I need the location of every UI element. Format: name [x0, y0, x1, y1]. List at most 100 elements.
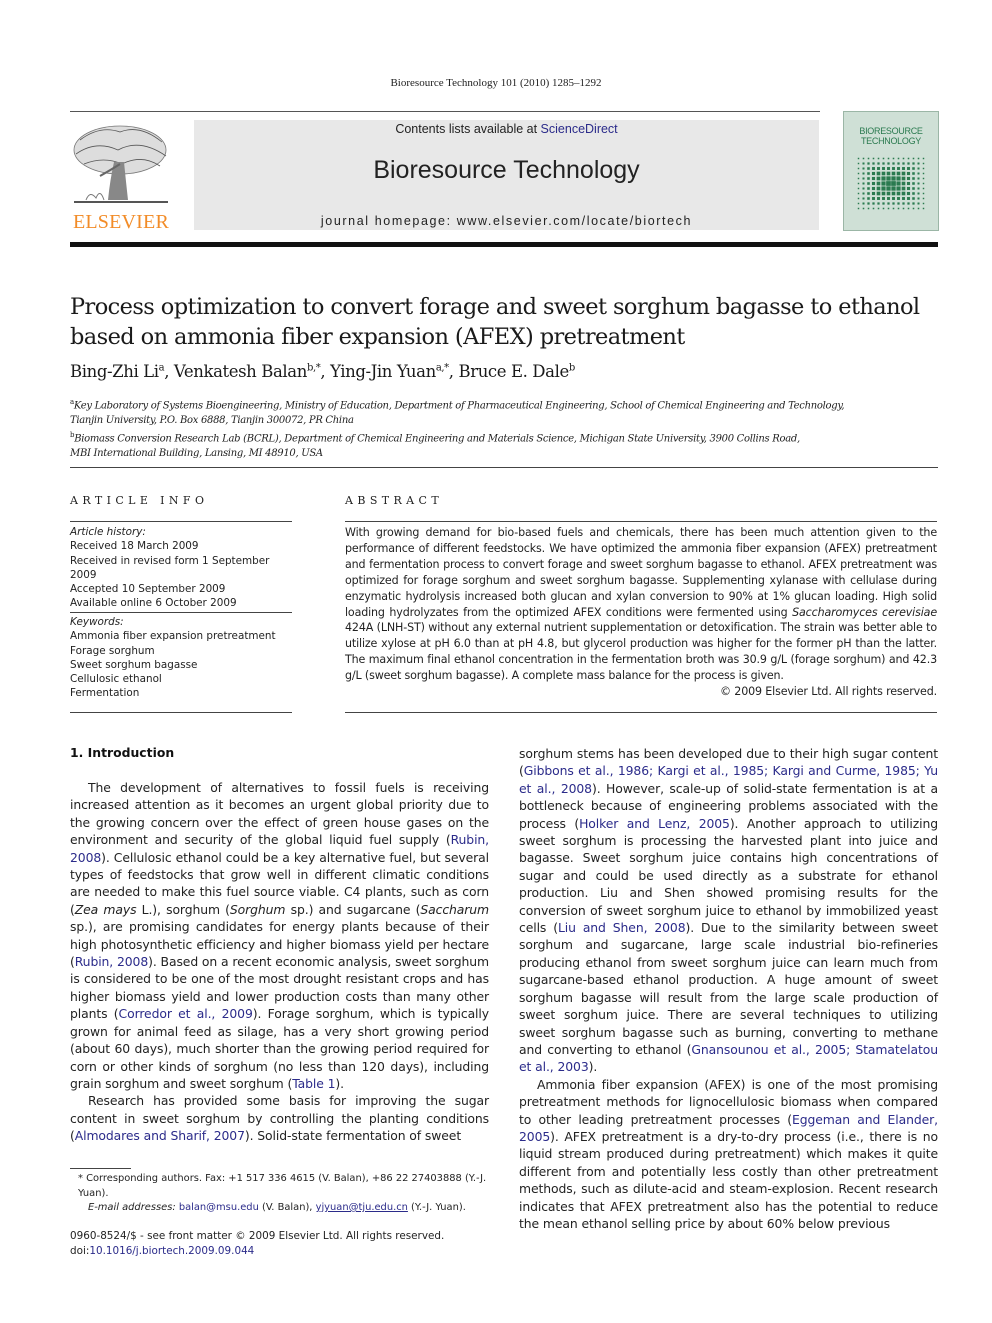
author-3-affil[interactable]: a,* [436, 363, 449, 374]
citation-link[interactable]: Rubin, 2008 [75, 954, 148, 969]
cover-dot [901, 181, 906, 186]
affil-a-line2: Tianjin University, P.O. Box 6888, Tianj… [70, 414, 354, 426]
cover-dot [917, 167, 920, 170]
cover-dot [912, 207, 915, 210]
affiliation-b: bBiomass Conversion Research Lab (BCRL),… [70, 428, 940, 447]
sciencedirect-link[interactable]: ScienceDirect [541, 122, 618, 136]
cover-dot [897, 157, 900, 160]
section-heading-introduction: 1. Introduction [70, 745, 175, 760]
cover-dot [912, 192, 915, 195]
cover-dot [896, 181, 901, 186]
cover-dot [876, 181, 881, 186]
cover-dot [886, 186, 891, 191]
author-1-affil[interactable]: a [159, 363, 165, 374]
journal-cover-thumbnail[interactable]: BIORESOURCE TECHNOLOGY [843, 111, 939, 231]
citation-link[interactable]: Rubin, 2008 [70, 832, 489, 864]
contents-line: Contents lists available at ScienceDirec… [194, 122, 819, 136]
author-2-affil[interactable]: b,* [307, 363, 321, 374]
affil-b-line1: Biomass Conversion Research Lab (BCRL), … [74, 433, 800, 445]
cover-dot [901, 186, 906, 191]
cover-dot [867, 182, 870, 185]
cover-dot [882, 207, 885, 210]
citation-link[interactable]: Liu and Shen, 2008 [558, 920, 686, 935]
cover-dot [917, 192, 920, 195]
citation-link[interactable]: Gnansounou et al., 2005; Stamatelatou et… [519, 1042, 938, 1074]
cover-dot [912, 187, 915, 190]
italic-term: Zea mays [74, 901, 137, 917]
cover-dot [867, 172, 870, 175]
corresponding-authors-note: * Corresponding authors. Fax: +1 517 336… [78, 1173, 487, 1199]
journal-masthead: Contents lists available at ScienceDirec… [194, 120, 819, 230]
cover-dot [872, 167, 875, 170]
cover-dot [887, 202, 890, 205]
citation-link[interactable]: Table 1 [292, 1076, 335, 1091]
cover-dot [922, 187, 925, 190]
cover-dot [891, 186, 896, 191]
citation-link[interactable]: Eggeman and Elander, 2005 [519, 1112, 938, 1144]
citation-link[interactable]: Almodares and Sharif, 2007 [75, 1128, 245, 1143]
cover-dot [912, 197, 915, 200]
italic-term: Sorghum [229, 901, 286, 917]
cover-dot [902, 197, 905, 200]
cover-dot [892, 202, 895, 205]
author-1[interactable]: Bing-Zhi Li [70, 362, 159, 381]
front-matter-line: 0960-8524/$ - see front matter © 2009 El… [70, 1230, 445, 1242]
cover-dot [912, 157, 915, 160]
abstract-species: Saccharomyces cerevisiae [792, 605, 937, 619]
cover-dot [907, 207, 910, 210]
cover-dot [867, 167, 870, 170]
cover-dot [877, 162, 880, 165]
cover-dot [912, 167, 915, 170]
cover-dot [896, 176, 901, 181]
author-2[interactable]: Venkatesh Balan [174, 362, 307, 381]
cover-dot [886, 171, 891, 176]
cover-dot [887, 167, 890, 170]
cover-dot [862, 207, 865, 210]
cover-dot [882, 167, 885, 170]
citation-link[interactable]: Gibbons et al., 1986; Kargi et al., 1985… [519, 763, 938, 795]
cover-dot [872, 197, 875, 200]
cover-dot [877, 207, 880, 210]
history-online: Available online 6 October 2009 [70, 597, 237, 610]
keywords: Keywords: Ammonia fiber expansion pretre… [70, 615, 292, 701]
cover-dot [912, 182, 915, 185]
cover-dot [906, 191, 911, 196]
cover-dot [906, 186, 911, 191]
cover-dot [896, 191, 901, 196]
abstract-rule-bottom [345, 712, 937, 713]
email-link-balan[interactable]: balan@msu.edu [179, 1202, 259, 1213]
elsevier-logo[interactable]: ELSEVIER [70, 120, 172, 233]
cover-dot [922, 197, 925, 200]
cover-dot [906, 176, 911, 181]
author-4-affil[interactable]: b [569, 363, 575, 374]
header-rule [70, 111, 820, 112]
cover-dot [917, 177, 920, 180]
citation-link[interactable]: Holker and Lenz, 2005 [579, 816, 730, 831]
cover-dot [857, 197, 860, 200]
cover-dot [902, 202, 905, 205]
cover-title: BIORESOURCE TECHNOLOGY [844, 126, 938, 146]
cover-dot [872, 202, 875, 205]
author-4[interactable]: Bruce E. Dale [458, 362, 569, 381]
cover-title-line1: BIORESOURCE [859, 126, 923, 136]
cover-dot [871, 181, 876, 186]
email1-owner: (V. Balan), [258, 1202, 316, 1213]
email-link-yuan[interactable]: yjyuan@tju.edu.cn [316, 1202, 408, 1213]
cover-dot [881, 191, 886, 196]
cover-dot [867, 187, 870, 190]
cover-dot [886, 181, 891, 186]
cover-dot [876, 191, 881, 196]
journal-homepage[interactable]: journal homepage: www.elsevier.com/locat… [194, 214, 819, 228]
masthead-thick-rule [70, 242, 938, 247]
cover-dot [867, 157, 870, 160]
journal-title: Bioresource Technology [373, 156, 640, 184]
author-3[interactable]: Ying-Jin Yuan [330, 362, 436, 381]
cover-dot [881, 186, 886, 191]
doi-link[interactable]: 10.1016/j.biortech.2009.09.044 [89, 1245, 254, 1257]
cover-dot [897, 197, 900, 200]
citation-link[interactable]: Corredor et al., 2009 [119, 1006, 253, 1021]
cover-dot [901, 191, 906, 196]
doi-line: doi:10.1016/j.biortech.2009.09.044 [70, 1244, 444, 1259]
cover-dot [857, 187, 860, 190]
cover-dot [862, 187, 865, 190]
